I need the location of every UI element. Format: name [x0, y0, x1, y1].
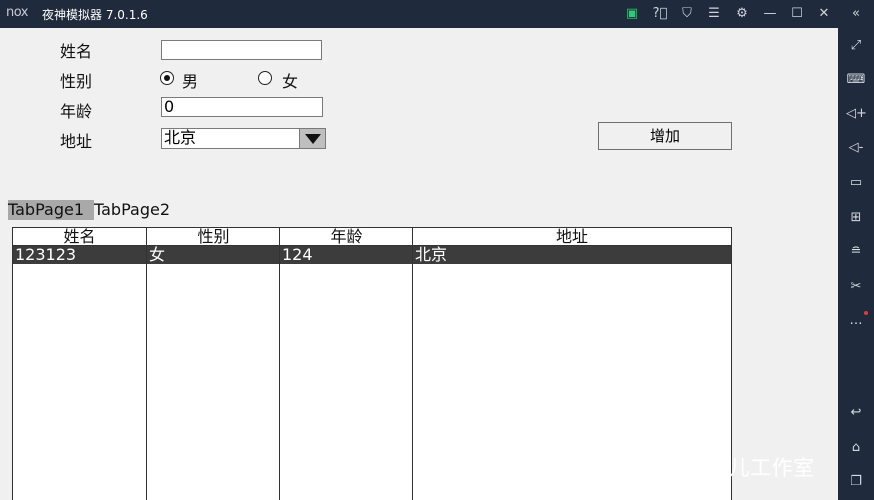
- tab-page1[interactable]: TabPage1: [8, 200, 94, 220]
- column-header-name[interactable]: 姓名: [13, 228, 146, 246]
- male-radio[interactable]: [160, 71, 174, 85]
- address-selected: 北京: [164, 128, 197, 147]
- notification-dot: [864, 311, 868, 315]
- column-header-age[interactable]: 年龄: [280, 228, 413, 246]
- keyboard-icon[interactable]: ⌨: [846, 70, 866, 90]
- screen-icon[interactable]: ▭: [846, 173, 866, 193]
- watermark-text: 知乎 @红孩儿工作室: [614, 456, 815, 480]
- minimize-icon[interactable]: —: [760, 4, 780, 24]
- age-input[interactable]: 0: [161, 97, 323, 117]
- column-divider: [146, 228, 147, 500]
- cell-gender: 女: [149, 245, 166, 264]
- column-divider: [412, 228, 413, 500]
- cell-address: 北京: [415, 245, 448, 264]
- recent-apps-icon[interactable]: ❐: [846, 472, 866, 492]
- gender-label: 性别: [60, 72, 93, 91]
- add-apk-icon[interactable]: ⊞: [846, 208, 866, 228]
- help-icon[interactable]: ?⃞: [650, 4, 670, 24]
- app-screen: 姓名 性别 男 女 年龄 0 地址 北京 增加 TabPage1 TabPage…: [0, 28, 838, 500]
- volume-down-icon[interactable]: ◁-: [846, 138, 866, 158]
- volume-up-icon[interactable]: ◁+: [846, 104, 867, 124]
- column-divider: [279, 228, 280, 500]
- column-header-gender[interactable]: 性别: [147, 228, 280, 246]
- nox-logo: nox: [6, 5, 29, 20]
- name-label: 姓名: [60, 42, 93, 61]
- address-dropdown[interactable]: 北京: [161, 128, 326, 149]
- more-icon[interactable]: …: [846, 311, 866, 331]
- column-header-address[interactable]: 地址: [413, 228, 731, 246]
- age-label: 年龄: [60, 102, 93, 121]
- table-row[interactable]: 123123 女 124 北京: [13, 246, 731, 264]
- shirt-icon[interactable]: ⛉: [677, 4, 697, 24]
- scissors-icon[interactable]: ✂: [846, 277, 866, 297]
- address-label: 地址: [60, 132, 93, 151]
- fullscreen-icon[interactable]: ⤢: [846, 36, 866, 56]
- tab-page2[interactable]: TabPage2: [94, 200, 184, 220]
- emulator-toolbar: ⤢ ⌨ ◁+ ◁- ▭ ⊞ ≘ ✂ … ↩ ⌂ ❐: [838, 28, 874, 500]
- multi-instance-icon[interactable]: ≘: [846, 242, 866, 262]
- back-icon[interactable]: ↩: [846, 403, 866, 423]
- male-radio-label[interactable]: 男: [182, 68, 198, 92]
- female-radio[interactable]: [258, 71, 272, 85]
- store-icon[interactable]: ▣: [622, 4, 642, 24]
- home-icon[interactable]: ⌂: [846, 438, 866, 458]
- collapse-sidebar-icon[interactable]: «: [846, 4, 866, 24]
- close-icon[interactable]: ✕: [814, 4, 834, 24]
- maximize-icon[interactable]: ☐: [787, 4, 807, 24]
- cell-name: 123123: [15, 245, 77, 264]
- cell-age: 124: [282, 245, 313, 264]
- add-button[interactable]: 增加: [598, 122, 732, 150]
- window-title: 夜神模拟器 7.0.1.6: [42, 8, 148, 22]
- name-input[interactable]: [161, 40, 322, 60]
- female-radio-label[interactable]: 女: [282, 68, 298, 92]
- settings-icon[interactable]: ⚙: [732, 4, 752, 24]
- title-bar: nox 夜神模拟器 7.0.1.6 ▣ ?⃞ ⛉ ☰ ⚙ — ☐ ✕ «: [0, 0, 874, 28]
- dropdown-arrow-icon[interactable]: [299, 129, 325, 148]
- menu-icon[interactable]: ☰: [704, 4, 724, 24]
